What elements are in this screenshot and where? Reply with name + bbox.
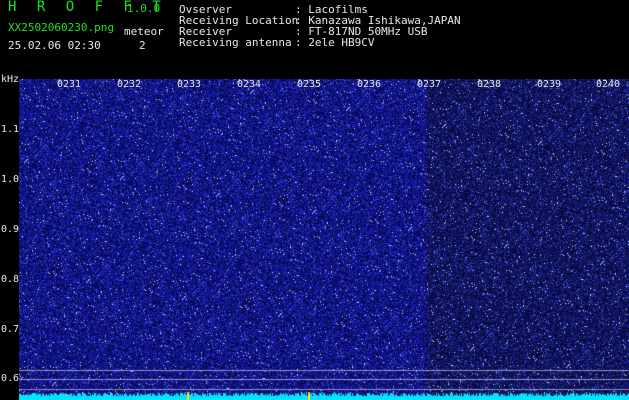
freq-tick: 0.8 [1, 274, 20, 285]
meteor-label: meteor [124, 25, 164, 38]
file-name: XX2502060230.png [8, 21, 114, 34]
time-tick: 0240 [596, 79, 621, 90]
axis-unit: kHz [1, 74, 20, 85]
time-tick: 0234 [237, 79, 262, 90]
freq-tick: 0.7 [1, 324, 20, 335]
time-tick: 0235 [297, 79, 322, 90]
info-row-antenna: Receiving antenna: 2ele HB9CV [179, 37, 461, 48]
date-time: 25.02.06 02:30 [8, 39, 101, 52]
time-tick: 0238 [477, 79, 502, 90]
time-tick: 0231 [57, 79, 82, 90]
time-tick: 0236 [357, 79, 382, 90]
info-label: Receiving antenna [179, 36, 292, 49]
freq-tick: 0.6 [1, 373, 20, 384]
spectrogram [19, 79, 629, 400]
time-tick: 0239 [537, 79, 562, 90]
time-tick: 0233 [177, 79, 202, 90]
app-version: 1.0.0 [127, 2, 161, 15]
freq-tick: 1.0 [1, 174, 20, 185]
time-tick: 0232 [117, 79, 142, 90]
info-value: : 2ele HB9CV [295, 36, 375, 49]
meteor-count: 2 [139, 39, 146, 52]
time-tick: 0237 [417, 79, 442, 90]
freq-tick: 1.1 [1, 124, 20, 135]
station-info: Ovserver: Lacofilms Receiving Location: … [179, 4, 461, 48]
freq-tick: 0.9 [1, 224, 20, 235]
